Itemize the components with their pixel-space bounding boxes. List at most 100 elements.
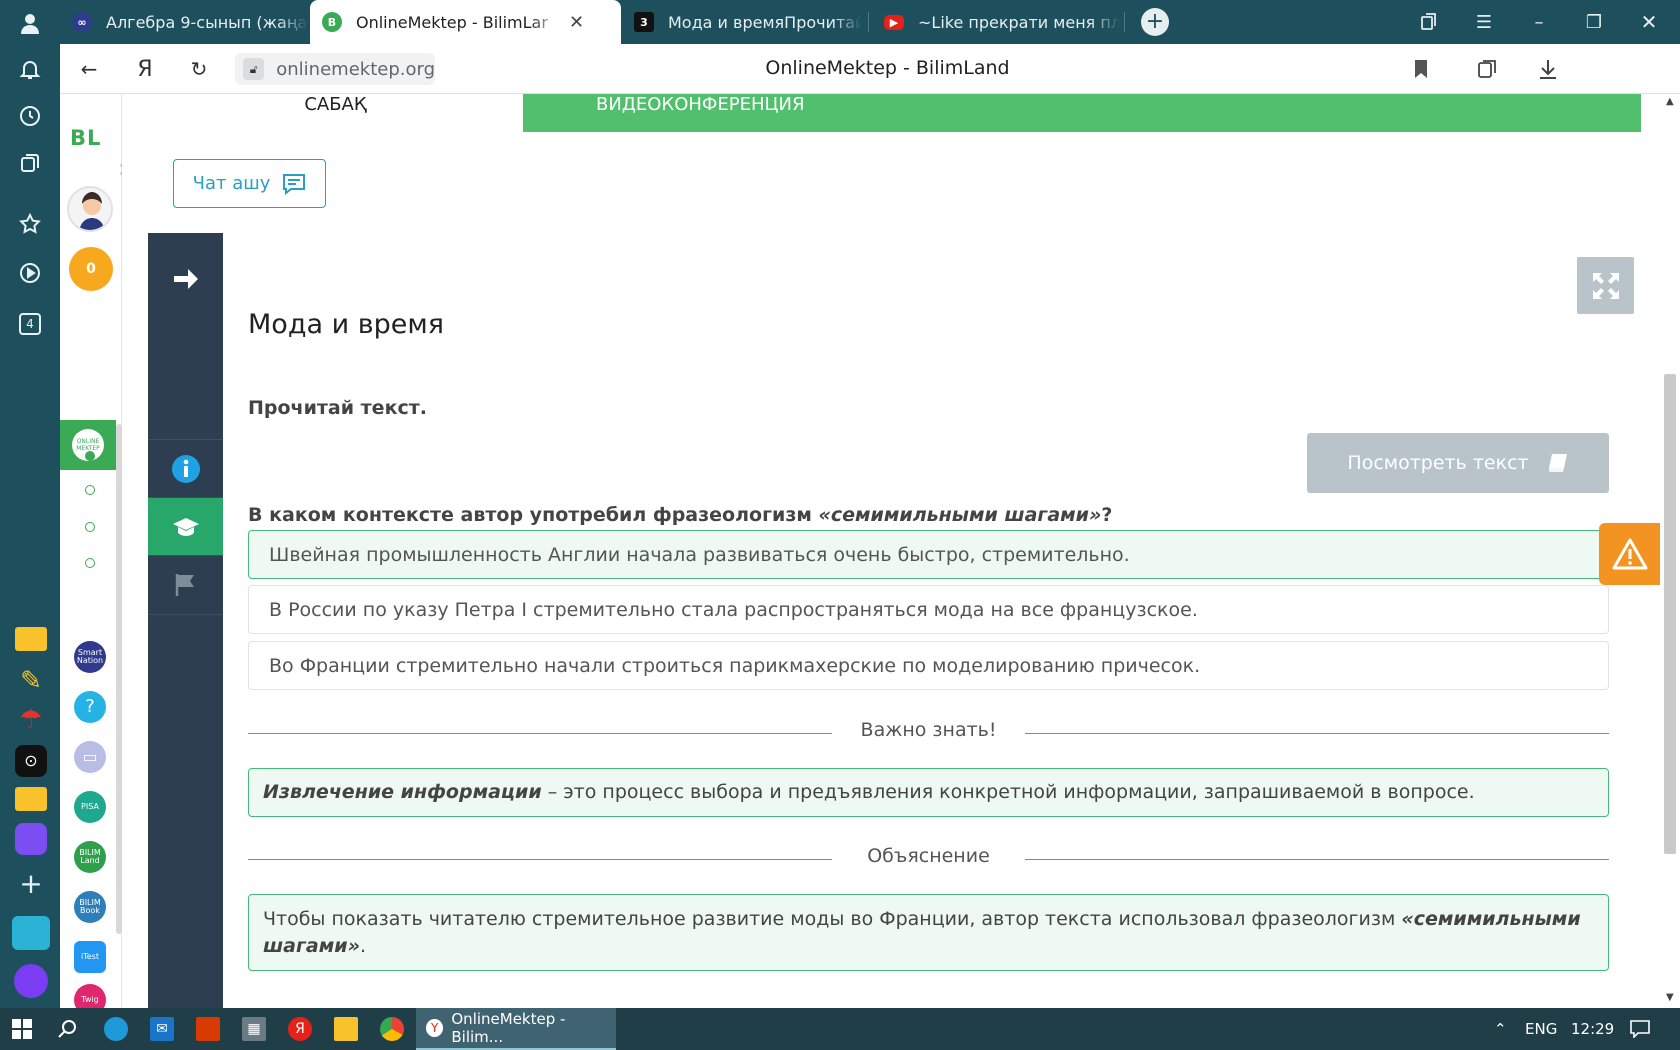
question-suffix: ? <box>1101 504 1113 526</box>
next-arrow-icon[interactable] <box>148 249 223 309</box>
rail-app-itest[interactable]: iTest <box>74 941 106 973</box>
answer-option-1[interactable]: Швейная промышленность Англии начала раз… <box>248 530 1609 579</box>
rail-app-bilimland[interactable]: BILIM Land <box>74 841 106 873</box>
send-icon[interactable] <box>12 916 50 950</box>
open-chat-button[interactable]: Чат ашу <box>173 159 326 208</box>
add-app-icon[interactable]: + <box>15 868 47 900</box>
rail-dot-4[interactable] <box>85 558 95 568</box>
graduation-cap-icon[interactable] <box>148 497 223 555</box>
lesson-sidebar <box>148 233 223 1008</box>
question-phrase: «семимильными шагами» <box>818 504 1102 526</box>
pencil-icon[interactable]: ✎ <box>15 665 47 697</box>
infinity-icon: ∞ <box>72 12 92 32</box>
clock[interactable]: 12:29 <box>1571 1008 1614 1050</box>
umbrella-icon[interactable]: ☂ <box>15 704 47 736</box>
rail-app-label: ▭ <box>82 747 98 766</box>
rail-dot-1[interactable] <box>85 451 95 461</box>
download-icon[interactable] <box>1535 56 1561 82</box>
scroll-down-icon[interactable]: ▼ <box>1666 992 1674 1003</box>
windows-start-icon[interactable] <box>10 1017 34 1041</box>
tab-znanija[interactable]: 3 Мода и времяПрочитай т <box>622 0 862 44</box>
coins-badge[interactable]: 0 <box>69 247 113 291</box>
notifications-icon[interactable] <box>1630 1008 1650 1050</box>
yandex-browser-icon: Y <box>426 1019 444 1037</box>
alice-icon[interactable]: ⊙ <box>15 745 47 777</box>
book-icon <box>1548 454 1567 472</box>
calculator-icon[interactable]: ▦ <box>242 1017 266 1041</box>
report-issue-button[interactable] <box>1599 523 1660 585</box>
mail-icon-2[interactable] <box>15 787 47 811</box>
star-icon[interactable] <box>15 209 45 239</box>
bookmark-icon[interactable] <box>1408 56 1434 82</box>
messenger-icon[interactable] <box>15 823 47 855</box>
collections-icon[interactable] <box>15 148 45 178</box>
rail-app-label: iTest <box>81 952 99 961</box>
office-icon[interactable] <box>196 1017 220 1041</box>
chrome-icon[interactable] <box>380 1017 404 1041</box>
mail-icon[interactable] <box>15 627 47 651</box>
rail-dot-2[interactable] <box>85 485 95 495</box>
scroll-thumb[interactable] <box>1664 374 1676 854</box>
scroll-up-icon[interactable]: ▲ <box>1666 96 1674 107</box>
menu-icon[interactable]: ☰ <box>1470 8 1498 36</box>
alice-assistant-icon[interactable] <box>14 964 48 998</box>
minimize-icon[interactable]: – <box>1525 8 1553 36</box>
view-text-button[interactable]: Посмотреть текст <box>1307 433 1609 493</box>
answer-option-2[interactable]: В России по указу Петра I стремительно с… <box>248 585 1609 634</box>
tab-count-icon[interactable]: 4 <box>15 309 45 339</box>
lesson-content: САБАҚ ВИДЕОКОНФЕРЕНЦИЯ Чат ашу Мода и вр… <box>122 94 1660 1008</box>
tab-videoconference[interactable]: ВИДЕОКОНФЕРЕНЦИЯ <box>523 94 1641 132</box>
info-icon[interactable] <box>148 439 223 497</box>
new-tab-button[interactable]: + <box>1141 8 1169 36</box>
reader-icon[interactable] <box>1475 56 1501 82</box>
rail-app-help[interactable]: ? <box>74 691 106 723</box>
rail-app-label: BILIM Book <box>79 898 101 915</box>
tab-sabak[interactable]: САБАҚ <box>148 94 523 132</box>
edge-icon[interactable] <box>104 1017 128 1041</box>
chat-icon <box>283 173 306 195</box>
answer-option-3[interactable]: Во Франции стремительно начали строиться… <box>248 641 1609 690</box>
important-text: – это процесс выбора и предъявления конк… <box>541 781 1475 803</box>
site-logo[interactable]: BL <box>70 126 101 150</box>
history-icon[interactable] <box>15 101 45 131</box>
explanation-note: Чтобы показать читателю стремительное ра… <box>248 894 1609 971</box>
sticky-notes-icon[interactable] <box>334 1017 358 1041</box>
browser-apps-strip: ✎ ☂ ⊙ + <box>8 612 54 1002</box>
tab-youtube[interactable]: ▶ ~Like прекрати меня плаг <box>872 0 1120 44</box>
flag-icon[interactable] <box>148 555 223 613</box>
search-icon[interactable] <box>55 1017 79 1041</box>
taskbar-active-window[interactable]: Y OnlineMektep - Bilim... <box>416 1008 616 1050</box>
page-scrollbar[interactable]: ▲ ▼ <box>1660 94 1680 1008</box>
profile-icon[interactable] <box>15 8 45 38</box>
tab-onlinemektep[interactable]: B OnlineMektep - BilimLar ✕ <box>310 0 621 44</box>
close-tab-icon[interactable]: ✕ <box>569 12 584 33</box>
rail-dot-3[interactable] <box>85 522 95 532</box>
avatar[interactable] <box>67 186 113 232</box>
language-indicator[interactable]: ENG <box>1525 1008 1557 1050</box>
tabs-overview-icon[interactable] <box>1415 8 1443 36</box>
important-heading: Важно знать! <box>860 719 997 741</box>
rail-app-pisa[interactable]: PISA <box>74 791 106 823</box>
rail-app-bilimbook[interactable]: BILIM Book <box>74 891 106 923</box>
site-rail: BL › 0 ONLINE MEKTEP Smart Nation ? ▭ PI… <box>60 94 128 1016</box>
mail-app-icon[interactable]: ✉ <box>150 1017 174 1041</box>
fullscreen-button[interactable] <box>1577 257 1634 314</box>
rail-app-label: Smart Nation <box>76 648 104 665</box>
rail-app-book[interactable]: ▭ <box>74 741 106 773</box>
tab-algebra[interactable]: ∞ Алгебра 9-сынып (жаңа н <box>60 0 308 44</box>
lesson-top-nav: САБАҚ ВИДЕОКОНФЕРЕНЦИЯ <box>148 94 1641 132</box>
rail-app-label: Twig <box>81 995 99 1004</box>
youtube-icon: ▶ <box>884 14 904 30</box>
explanation-divider: Объяснение <box>248 845 1609 875</box>
tray-chevron-icon[interactable]: ⌃ <box>1494 1008 1507 1050</box>
open-chat-label: Чат ашу <box>192 173 271 194</box>
restore-icon[interactable]: ❐ <box>1580 8 1608 36</box>
explanation-end: . <box>359 935 366 957</box>
bell-icon[interactable] <box>15 54 45 84</box>
rail-item-onlinemektep[interactable]: ONLINE MEKTEP <box>60 420 116 470</box>
close-window-icon[interactable]: ✕ <box>1635 8 1663 36</box>
rail-app-smart-nation[interactable]: Smart Nation <box>74 641 106 673</box>
play-icon[interactable] <box>15 258 45 288</box>
yandex-icon[interactable]: Я <box>288 1017 312 1041</box>
explanation-text: Чтобы показать читателю стремительное ра… <box>263 908 1402 930</box>
